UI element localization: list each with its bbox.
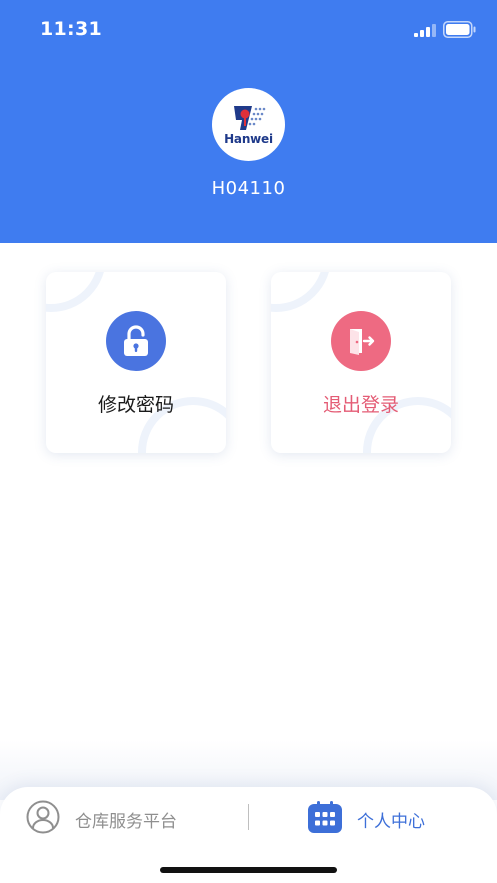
battery-icon bbox=[443, 21, 476, 38]
username: H04110 bbox=[211, 178, 286, 199]
grid-icon[interactable] bbox=[308, 801, 342, 833]
tab-warehouse-platform[interactable]: 仓库服务平台 bbox=[75, 807, 177, 832]
signal-icon bbox=[414, 24, 436, 37]
logo-mark-icon bbox=[233, 105, 265, 130]
tab-divider bbox=[248, 804, 249, 830]
logo-text: Hanwei bbox=[224, 131, 273, 146]
logout-door-icon bbox=[331, 311, 391, 371]
company-logo: Hanwei bbox=[212, 88, 285, 161]
status-time: 11:31 bbox=[40, 18, 102, 40]
tab-personal-center[interactable]: 个人中心 bbox=[357, 807, 425, 832]
card-decoration bbox=[46, 272, 106, 312]
user-circle-icon[interactable] bbox=[26, 800, 60, 834]
change-password-label: 修改密码 bbox=[97, 394, 174, 416]
unlock-icon bbox=[106, 311, 166, 371]
status-bar: 11:31 bbox=[0, 0, 497, 60]
card-decoration bbox=[271, 272, 331, 312]
logout-label: 退出登录 bbox=[322, 394, 399, 416]
profile-header: 11:31 Hanwei H04110 bbox=[0, 0, 497, 243]
change-password-card[interactable]: 修改密码 bbox=[46, 272, 226, 453]
logout-card[interactable]: 退出登录 bbox=[271, 272, 451, 453]
home-indicator[interactable] bbox=[160, 867, 337, 873]
